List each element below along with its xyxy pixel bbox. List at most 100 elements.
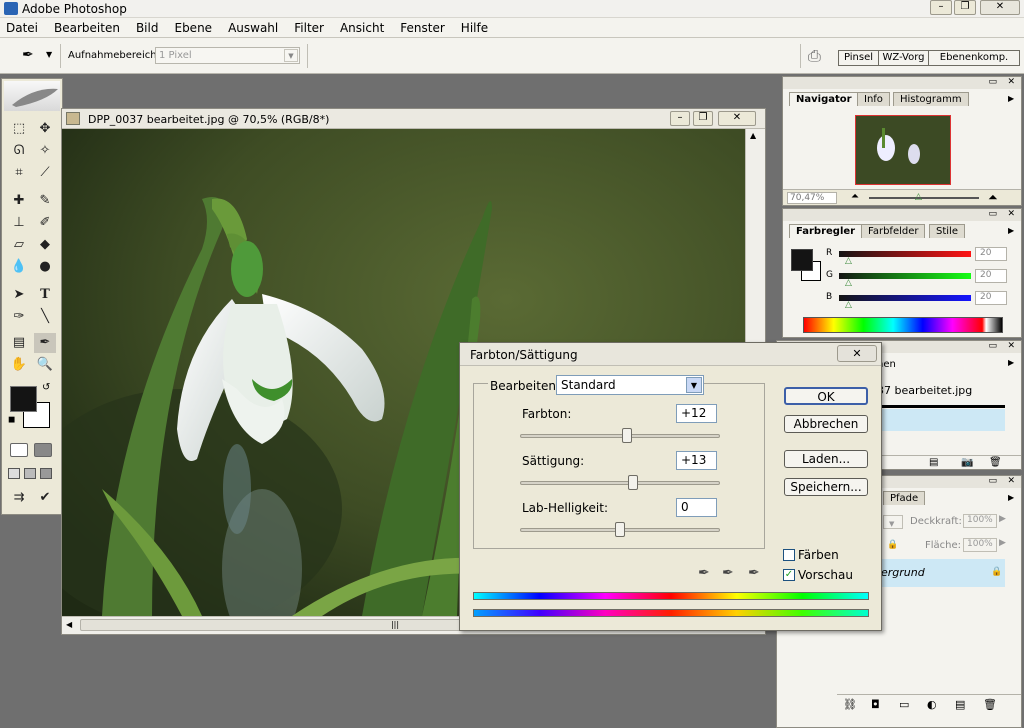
menu-bild[interactable]: Bild: [136, 21, 159, 35]
doc-close-button[interactable]: ✕: [718, 111, 756, 126]
move-tool-icon[interactable]: ✥: [34, 119, 56, 139]
new-layer-icon[interactable]: ▤: [955, 698, 965, 711]
foreground-color-swatch[interactable]: [10, 386, 37, 412]
channel-b-slider[interactable]: [839, 295, 971, 301]
preview-checkbox[interactable]: ✓: [783, 569, 795, 581]
load-button[interactable]: Laden...: [784, 450, 868, 468]
screen-mode-full-menu-icon[interactable]: [24, 468, 36, 479]
dialog-titlebar[interactable]: Farbton/Sättigung ✕: [460, 343, 881, 366]
document-titlebar[interactable]: DPP_0037 bearbeitet.jpg @ 70,5% (RGB/8*)…: [62, 109, 765, 129]
channel-b-field[interactable]: 20: [975, 291, 1007, 305]
eyedropper-plus-icon[interactable]: ✒: [722, 565, 734, 581]
color-ramp[interactable]: [803, 317, 1003, 333]
tab-pinsel[interactable]: Pinsel: [839, 51, 879, 65]
saturation-field[interactable]: +13: [676, 451, 717, 470]
blur-tool-icon[interactable]: 💧: [8, 257, 30, 277]
tab-ebenenkomp[interactable]: Ebenenkomp.: [929, 51, 1019, 65]
add-mask-icon[interactable]: ◘: [871, 698, 880, 711]
colorize-checkbox[interactable]: [783, 549, 795, 561]
screen-mode-full-icon[interactable]: [40, 468, 52, 479]
saturation-slider-thumb[interactable]: [628, 475, 638, 490]
lightness-field[interactable]: 0: [676, 498, 717, 517]
clone-stamp-icon[interactable]: ⊥: [8, 213, 30, 233]
path-selection-icon[interactable]: ➤: [8, 285, 30, 305]
opacity-field[interactable]: 100%: [963, 514, 997, 528]
panel-menu-icon[interactable]: ▶: [1008, 493, 1014, 502]
standard-mode-button[interactable]: [10, 443, 28, 457]
zoom-slider-thumb[interactable]: △: [915, 192, 922, 202]
menu-filter[interactable]: Filter: [294, 21, 324, 35]
notes-tool-icon[interactable]: ▤: [8, 333, 30, 353]
edit-select[interactable]: Standard ▼: [556, 375, 704, 395]
zoom-tool-icon[interactable]: 🔍: [34, 355, 56, 375]
chevron-down-icon[interactable]: ▼: [46, 50, 52, 59]
link-layers-icon[interactable]: ⛓: [843, 698, 857, 711]
channel-r-slider[interactable]: [839, 251, 971, 257]
panel-menu-icon[interactable]: ▶: [1008, 94, 1014, 103]
swap-colors-icon[interactable]: ↺: [42, 382, 50, 393]
menu-ansicht[interactable]: Ansicht: [340, 21, 384, 35]
restore-button[interactable]: ❐: [954, 0, 976, 15]
zoom-out-icon[interactable]: ⏶: [851, 191, 859, 202]
printer-icon[interactable]: ⎙: [808, 46, 821, 66]
channel-r-field[interactable]: 20: [975, 247, 1007, 261]
ok-button[interactable]: OK: [784, 387, 868, 405]
history-snapshot-name[interactable]: 37 bearbeitet.jpg: [877, 384, 972, 397]
saturation-slider[interactable]: [520, 481, 720, 485]
trash-icon[interactable]: 🗑: [989, 457, 1002, 468]
delete-layer-icon[interactable]: 🗑: [983, 698, 997, 711]
sample-size-select[interactable]: 1 Pixel ▼: [155, 47, 300, 64]
fill-arrow-icon[interactable]: ▶: [999, 538, 1006, 548]
menu-ebene[interactable]: Ebene: [174, 21, 212, 35]
adjustment-layer-icon[interactable]: ◐: [927, 698, 937, 711]
panel-minimize-icon[interactable]: ▭: [988, 476, 997, 486]
menu-hilfe[interactable]: Hilfe: [461, 21, 488, 35]
history-brush-icon[interactable]: ✐: [34, 213, 56, 233]
menu-auswahl[interactable]: Auswahl: [228, 21, 278, 35]
save-button[interactable]: Speichern...: [784, 478, 868, 496]
zoom-field[interactable]: 70,47%: [787, 192, 837, 204]
channel-b-thumb[interactable]: △: [845, 300, 852, 310]
line-tool-icon[interactable]: ╲: [34, 307, 56, 327]
dodge-tool-icon[interactable]: ●: [34, 257, 56, 277]
jump-to-imageready-icon[interactable]: ⇉: [8, 488, 30, 508]
color-fg-swatch[interactable]: [791, 249, 813, 271]
panel-close-icon[interactable]: ✕: [1007, 209, 1015, 219]
doc-minimize-button[interactable]: –: [670, 111, 690, 126]
eyedropper-tool-preset-icon[interactable]: ✒: [22, 47, 34, 63]
tab-farbregler[interactable]: Farbregler: [789, 224, 863, 238]
default-colors-icon[interactable]: ◼: [8, 415, 15, 425]
close-button[interactable]: ✕: [980, 0, 1020, 15]
tab-wz-vorg[interactable]: WZ-Vorg: [879, 51, 929, 65]
healing-brush-icon[interactable]: ✚: [8, 191, 30, 211]
hue-slider-thumb[interactable]: [621, 428, 632, 443]
imageready-icon[interactable]: ✔: [34, 488, 56, 508]
eraser-tool-icon[interactable]: ▱: [8, 235, 30, 255]
eyedropper-icon[interactable]: ✒: [698, 565, 710, 581]
new-document-icon[interactable]: ▤: [929, 457, 938, 468]
blend-mode-select[interactable]: ▼: [883, 515, 903, 529]
panel-close-icon[interactable]: ✕: [1007, 77, 1015, 87]
dialog-close-button[interactable]: ✕: [837, 345, 877, 362]
crop-tool-icon[interactable]: ⌗: [8, 163, 30, 183]
lock-icon[interactable]: 🔒: [887, 540, 898, 550]
new-group-icon[interactable]: ▭: [899, 698, 909, 711]
fill-field[interactable]: 100%: [963, 538, 997, 552]
minimize-button[interactable]: –: [930, 0, 952, 15]
slice-tool-icon[interactable]: ⟋: [34, 163, 56, 183]
panel-minimize-icon[interactable]: ▭: [988, 341, 997, 351]
channel-g-thumb[interactable]: △: [845, 278, 852, 288]
tab-farbfelder[interactable]: Farbfelder: [861, 224, 926, 238]
tab-histogramm[interactable]: Histogramm: [893, 92, 969, 106]
cancel-button[interactable]: Abbrechen: [784, 415, 868, 433]
screen-mode-standard-icon[interactable]: [8, 468, 20, 479]
paint-bucket-icon[interactable]: ◆: [34, 235, 56, 255]
lasso-tool-icon[interactable]: ᘏ: [8, 141, 30, 161]
hue-slider[interactable]: [520, 434, 720, 438]
quick-mask-button[interactable]: [34, 443, 52, 457]
eyedropper-minus-icon[interactable]: ✒: [748, 565, 760, 581]
panel-menu-icon[interactable]: ▶: [1008, 358, 1014, 367]
hue-field[interactable]: +12: [676, 404, 717, 423]
magic-wand-tool-icon[interactable]: ✧: [34, 141, 56, 161]
channel-g-slider[interactable]: [839, 273, 971, 279]
